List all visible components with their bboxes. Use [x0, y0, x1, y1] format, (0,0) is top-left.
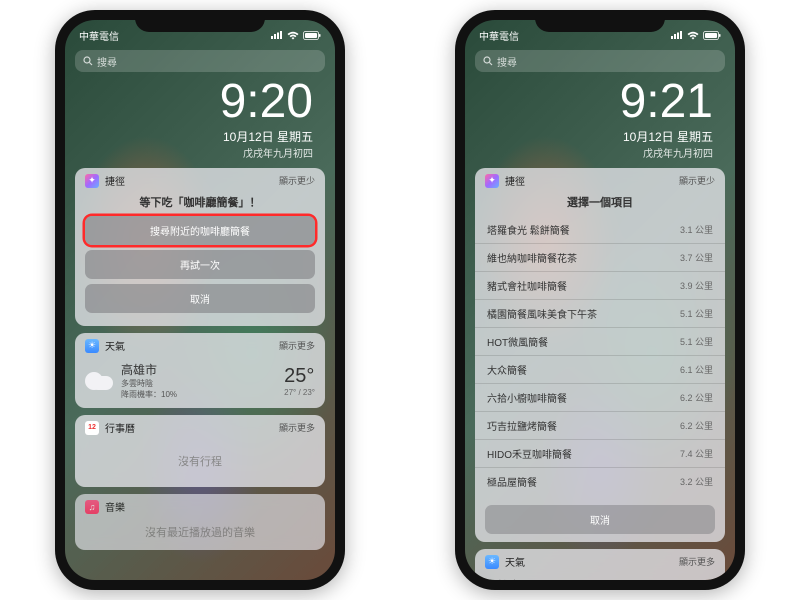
weather-app-icon: ☀	[485, 555, 499, 569]
clock-lunar: 戊戌年九月初四	[65, 145, 313, 160]
show-less-button[interactable]: 顯示更少	[679, 174, 715, 187]
widget-header: ☀ 天氣 顯示更多	[75, 333, 325, 357]
weather-widget[interactable]: ☀ 天氣 顯示更多 高雄市 多雲時陰 降雨機率：10%	[75, 333, 325, 408]
shortcuts-widget: ✦ 捷徑 顯示更少 等下吃「咖啡廳簡餐」！ 搜尋附近的咖啡廳簡餐 再試一次 取消	[75, 168, 325, 326]
widget-header: ✦ 捷徑 顯示更少	[75, 168, 325, 192]
clock-date: 10月12日 星期五	[465, 128, 713, 145]
search-bar[interactable]: 搜尋	[475, 50, 725, 72]
cancel-button[interactable]: 取消	[85, 284, 315, 313]
list-item[interactable]: 塔羅食光 鬆餅簡餐3.1 公里	[475, 216, 725, 243]
list-item[interactable]: 橘園簡餐風味美食下午茶5.1 公里	[475, 299, 725, 327]
calendar-empty: 沒有行程	[75, 439, 325, 487]
weather-desc: 多雲時陰	[121, 378, 177, 389]
widget-header: ✦ 捷徑 顯示更少	[475, 168, 725, 192]
calendar-app-icon: 12	[85, 421, 99, 435]
show-more-button[interactable]: 顯示更多	[679, 555, 715, 568]
shortcuts-app-icon: ✦	[485, 174, 499, 188]
choose-item-title: 選擇一個項目	[475, 192, 725, 216]
widget-header: ☀ 天氣 顯示更多	[475, 549, 725, 573]
clock-lunar: 戊戌年九月初四	[465, 145, 713, 160]
result-list: 塔羅食光 鬆餅簡餐3.1 公里 維也納咖啡簡餐花茶3.7 公里 豬式會社咖啡簡餐…	[475, 216, 725, 501]
search-placeholder: 搜尋	[497, 54, 517, 69]
widget-stack[interactable]: ✦ 捷徑 顯示更少 選擇一個項目 塔羅食光 鬆餅簡餐3.1 公里 維也納咖啡簡餐…	[465, 160, 735, 580]
lock-screen: 中華電信 搜尋 9:21 10月12日 星期五 戊戌年九月初四	[465, 20, 735, 580]
weather-city: 高雄市	[121, 361, 177, 378]
search-bar[interactable]: 搜尋	[75, 50, 325, 72]
status-bar: 中華電信	[465, 20, 735, 46]
widget-stack[interactable]: ✦ 捷徑 顯示更少 等下吃「咖啡廳簡餐」！ 搜尋附近的咖啡廳簡餐 再試一次 取消	[65, 160, 335, 580]
weather-city: 高雄市	[485, 577, 521, 580]
list-item[interactable]: 維也納咖啡簡餐花茶3.7 公里	[475, 243, 725, 271]
list-item[interactable]: 大众簡餐6.1 公里	[475, 355, 725, 383]
widget-header: ♫ 音樂	[75, 494, 325, 518]
signal-icon	[671, 31, 683, 39]
show-more-button[interactable]: 顯示更多	[279, 421, 315, 434]
search-icon	[483, 56, 493, 66]
list-item[interactable]: HOT微風簡餐5.1 公里	[475, 327, 725, 355]
weather-app-icon: ☀	[85, 339, 99, 353]
status-icons	[671, 31, 721, 40]
clock-time: 9:21	[465, 78, 713, 126]
weather-rain: 降雨機率：10%	[121, 389, 177, 400]
search-icon	[83, 56, 93, 66]
weather-widget[interactable]: ☀ 天氣 顯示更多 高雄市	[475, 549, 725, 580]
cloud-icon	[85, 372, 113, 390]
lock-screen: 中華電信 搜尋 9:20 10月12日 星期五 戊戌年九月初四	[65, 20, 335, 580]
calendar-app-label: 行事曆	[105, 420, 135, 435]
shortcuts-app-label: 捷徑	[505, 173, 525, 188]
weather-range: 27° / 23°	[284, 388, 315, 397]
search-placeholder: 搜尋	[97, 54, 117, 69]
music-app-icon: ♫	[85, 500, 99, 514]
phone-left: 中華電信 搜尋 9:20 10月12日 星期五 戊戌年九月初四	[55, 10, 345, 590]
status-icons	[271, 31, 321, 40]
phone-right: 中華電信 搜尋 9:21 10月12日 星期五 戊戌年九月初四	[455, 10, 745, 590]
carrier-label: 中華電信	[79, 28, 119, 43]
music-widget[interactable]: ♫ 音樂 沒有最近播放過的音樂	[75, 494, 325, 550]
show-more-button[interactable]: 顯示更多	[279, 339, 315, 352]
wifi-icon	[687, 31, 699, 40]
list-item[interactable]: 極品屋簡餐3.2 公里	[475, 467, 725, 495]
weather-app-label: 天氣	[505, 554, 525, 569]
clock: 9:20 10月12日 星期五 戊戌年九月初四	[65, 72, 335, 160]
cancel-button[interactable]: 取消	[485, 505, 715, 534]
list-item[interactable]: HIDO禾豆咖啡簡餐7.4 公里	[475, 439, 725, 467]
show-less-button[interactable]: 顯示更少	[279, 174, 315, 187]
shortcuts-app-label: 捷徑	[105, 173, 125, 188]
weather-app-label: 天氣	[105, 338, 125, 353]
music-app-label: 音樂	[105, 499, 125, 514]
wifi-icon	[287, 31, 299, 40]
shortcut-prompt: 等下吃「咖啡廳簡餐」！	[85, 192, 315, 216]
shortcuts-widget: ✦ 捷徑 顯示更少 選擇一個項目 塔羅食光 鬆餅簡餐3.1 公里 維也納咖啡簡餐…	[475, 168, 725, 542]
status-bar: 中華電信	[65, 20, 335, 46]
list-item[interactable]: 巧吉拉鹽烤簡餐6.2 公里	[475, 411, 725, 439]
clock-time: 9:20	[65, 78, 313, 126]
weather-temp: 25°	[284, 365, 315, 388]
signal-icon	[271, 31, 283, 39]
retry-button[interactable]: 再試一次	[85, 250, 315, 279]
calendar-widget[interactable]: 12 行事曆 顯示更多 沒有行程	[75, 415, 325, 487]
list-item[interactable]: 豬式會社咖啡簡餐3.9 公里	[475, 271, 725, 299]
music-empty: 沒有最近播放過的音樂	[75, 518, 325, 550]
widget-header: 12 行事曆 顯示更多	[75, 415, 325, 439]
list-item[interactable]: 六拾小櫥咖啡簡餐6.2 公里	[475, 383, 725, 411]
clock: 9:21 10月12日 星期五 戊戌年九月初四	[465, 72, 735, 160]
battery-icon	[303, 31, 321, 40]
search-nearby-button[interactable]: 搜尋附近的咖啡廳簡餐	[85, 216, 315, 245]
battery-icon	[703, 31, 721, 40]
shortcuts-app-icon: ✦	[85, 174, 99, 188]
carrier-label: 中華電信	[479, 28, 519, 43]
clock-date: 10月12日 星期五	[65, 128, 313, 145]
